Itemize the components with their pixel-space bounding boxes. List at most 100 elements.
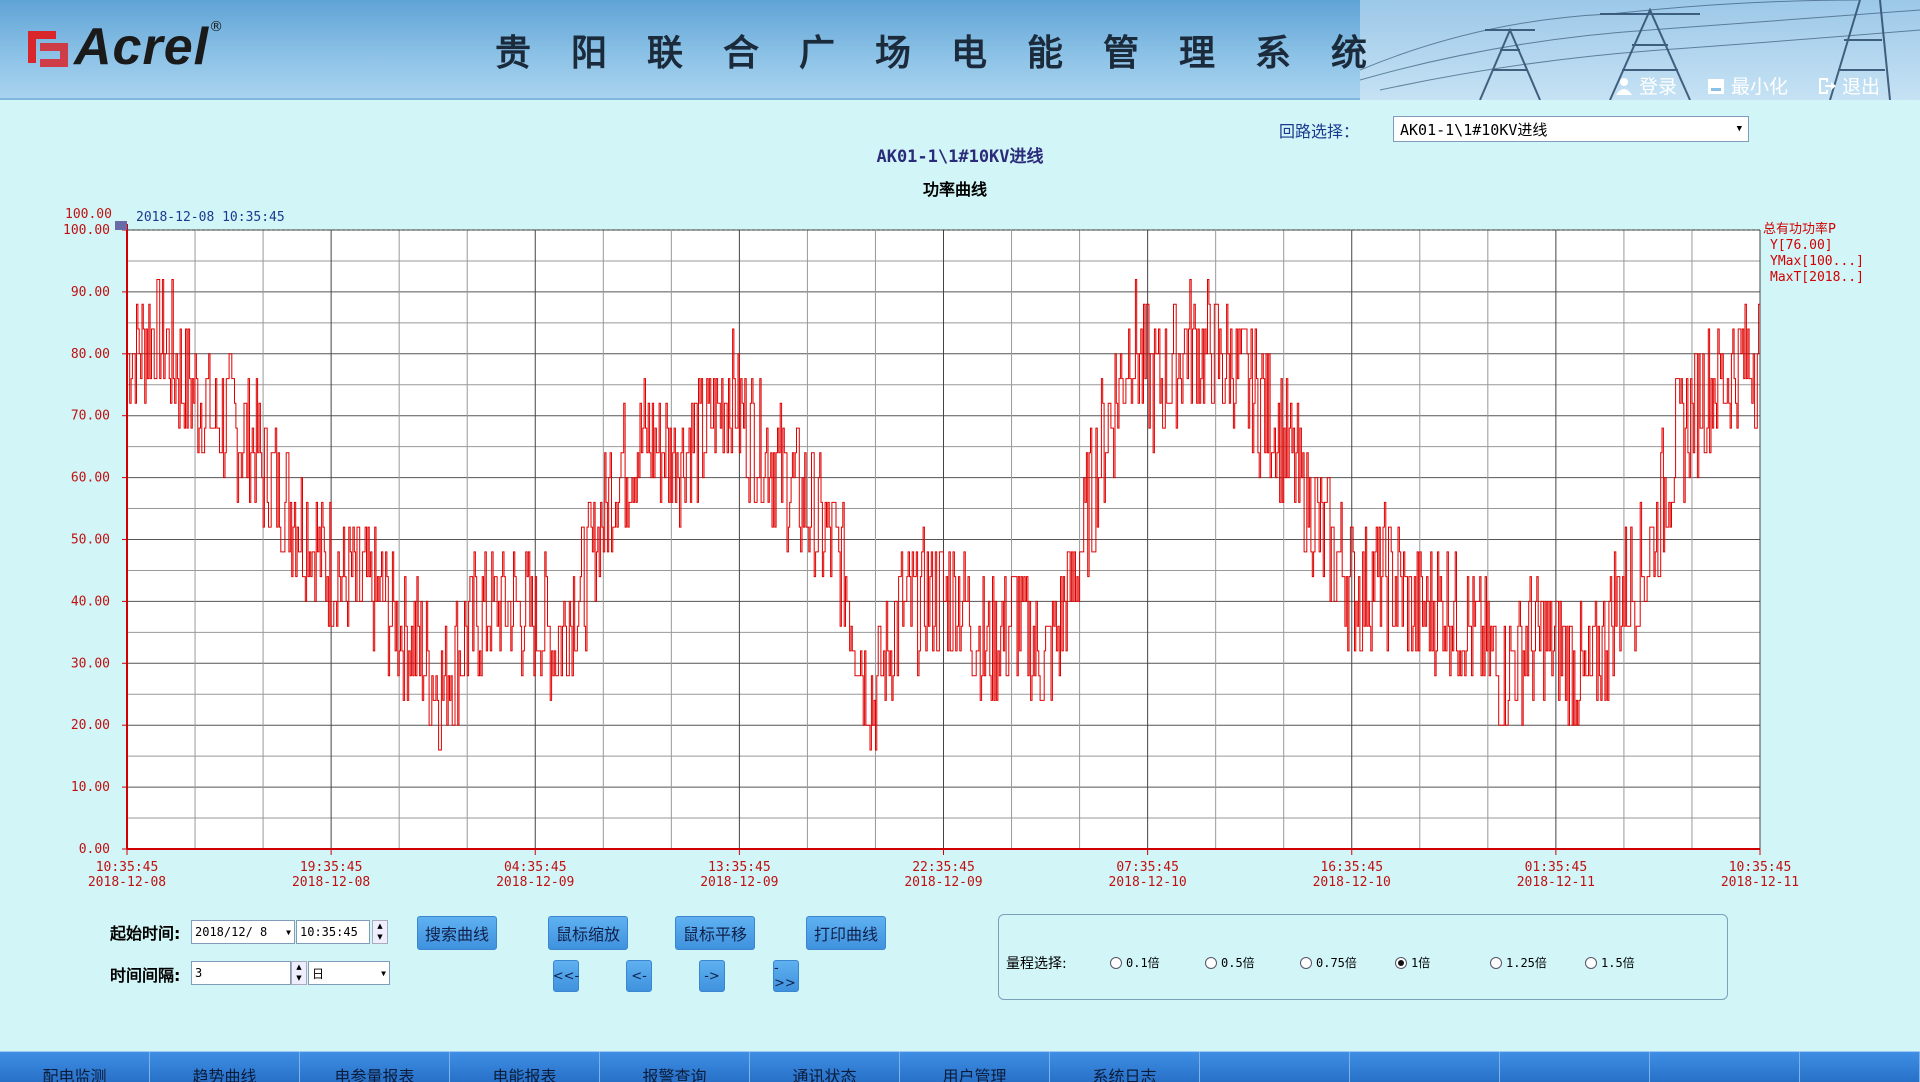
tab-empty xyxy=(1200,1052,1350,1082)
start-date-field[interactable]: 2018/12/ 8 ▼ xyxy=(191,920,295,944)
range-radio-0-1x[interactable]: 0.1倍 xyxy=(1110,954,1160,971)
power-chart[interactable]: 0.00 10.00 20.00 30.00 40.00 50.00 60.00 70.00 8… xyxy=(0,200,1920,890)
nav-next-button[interactable]: -> xyxy=(699,960,725,992)
print-curve-button[interactable]: 打印曲线 xyxy=(806,916,886,950)
cursor-marker-icon xyxy=(115,221,127,230)
range-radio-0-75x[interactable]: 0.75倍 xyxy=(1300,954,1357,971)
chevron-down-icon[interactable]: ▼ xyxy=(1737,124,1742,134)
x-tick-date: 2018-12-09 xyxy=(904,875,982,890)
nav-first-button[interactable]: <<- xyxy=(553,960,579,992)
x-tick-date: 2018-12-11 xyxy=(1517,875,1595,890)
minimize-button[interactable]: 最小化 xyxy=(1707,72,1788,99)
start-date-value: 2018/12/ 8 xyxy=(195,925,268,939)
tab-label: 电参量报表 xyxy=(334,1067,415,1082)
y-tick-label: 80.00 xyxy=(71,347,110,362)
x-tick-date: 2018-12-10 xyxy=(1108,875,1186,890)
radio-dot[interactable] xyxy=(1110,956,1122,969)
tab-label: 通讯状态 xyxy=(792,1067,857,1082)
tab-label: 报警查询 xyxy=(642,1067,707,1082)
range-radio-1-5x[interactable]: 1.5倍 xyxy=(1585,954,1635,971)
logout-button[interactable]: 退出 xyxy=(1818,72,1880,99)
start-time-value: 10:35:45 xyxy=(300,925,358,939)
app-title: 贵阳联合广场电能管理系统 xyxy=(495,32,1408,74)
radio-dot[interactable] xyxy=(1490,956,1502,969)
registered-mark: ® xyxy=(209,19,224,35)
logout-label: 退出 xyxy=(1841,76,1880,98)
range-radio-1x[interactable]: 1倍 xyxy=(1395,954,1430,971)
nav-prev-button[interactable]: <- xyxy=(626,960,652,992)
logout-icon xyxy=(1818,77,1836,94)
legend-series-name: 总有功功率P xyxy=(1763,221,1836,237)
tab-empty xyxy=(1500,1052,1650,1082)
acrel-logo-icon xyxy=(28,31,68,67)
tab-comm-status[interactable]: 通讯状态 xyxy=(750,1052,900,1082)
range-radio-1-25x[interactable]: 1.25倍 xyxy=(1490,954,1547,971)
radio-label: 0.5倍 xyxy=(1221,956,1255,970)
loop-select-dropdown[interactable]: AK01-1\1#10KV进线 ▼ xyxy=(1393,116,1749,142)
y-tick-label: 0.00 xyxy=(79,842,110,857)
interval-value: 3 xyxy=(195,966,203,980)
chevron-down-icon[interactable]: ▼ xyxy=(381,969,386,978)
interval-value-field[interactable]: 3 xyxy=(191,961,291,985)
acrel-logo: Acrel ® xyxy=(26,18,224,76)
radio-dot[interactable] xyxy=(1205,956,1217,969)
radio-dot[interactable] xyxy=(1585,956,1597,969)
login-label: 登录 xyxy=(1638,76,1677,98)
tab-power-monitor[interactable]: 配电监测 xyxy=(0,1052,150,1082)
tab-user-manage[interactable]: 用户管理 xyxy=(900,1052,1050,1082)
y-tick-label: 60.00 xyxy=(71,471,110,486)
app-header: Acrel ® 贵阳联合广场电能管理系统 登录 最小化 退出 xyxy=(0,0,1920,100)
radio-dot[interactable] xyxy=(1300,956,1312,969)
start-time-field[interactable]: 10:35:45 xyxy=(296,920,370,944)
radio-label: 0.75倍 xyxy=(1316,956,1357,970)
x-tick-time: 19:35:45 xyxy=(300,860,363,875)
bottom-nav: 配电监测 趋势曲线 电参量报表 电能报表 报警查询 通讯状态 用户管理 系统日志 xyxy=(0,1051,1920,1082)
user-icon xyxy=(1615,77,1632,95)
tab-trend-curve[interactable]: 趋势曲线 xyxy=(150,1052,300,1082)
y-tick-label: 20.00 xyxy=(71,718,110,733)
x-tick-date: 2018-12-09 xyxy=(700,875,778,890)
nav-last-button[interactable]: ->> xyxy=(773,960,799,992)
search-curve-button[interactable]: 搜索曲线 xyxy=(417,916,497,950)
range-select-label: 量程选择: xyxy=(1006,956,1067,972)
logo-text: Acrel xyxy=(74,18,210,76)
loop-select-value: AK01-1\1#10KV进线 xyxy=(1400,120,1548,139)
chart-title: 功率曲线 xyxy=(922,180,987,199)
loop-name: AK01-1\1#10KV进线 xyxy=(876,147,1044,167)
x-tick-date: 2018-12-08 xyxy=(88,875,166,890)
x-tick-time: 01:35:45 xyxy=(1525,860,1588,875)
mouse-pan-button[interactable]: 鼠标平移 xyxy=(675,916,755,950)
y-top-label: 100.00 xyxy=(65,207,112,222)
mouse-zoom-button[interactable]: 鼠标缩放 xyxy=(548,916,628,950)
tab-energy-report[interactable]: 电能报表 xyxy=(450,1052,600,1082)
x-tick-date: 2018-12-11 xyxy=(1721,875,1799,890)
legend-line: MaxT[2018..] xyxy=(1770,270,1864,285)
x-tick-time: 10:35:45 xyxy=(1729,860,1792,875)
start-time-stepper[interactable]: ▲ ▼ xyxy=(372,920,388,944)
tab-label: 趋势曲线 xyxy=(192,1067,257,1082)
x-tick-date: 2018-12-09 xyxy=(496,875,574,890)
y-tick-label: 30.00 xyxy=(71,656,110,671)
radio-label: 1倍 xyxy=(1411,956,1431,970)
x-tick-time: 10:35:45 xyxy=(96,860,159,875)
interval-unit-select[interactable]: 日 ▼ xyxy=(308,961,390,985)
radio-dot[interactable] xyxy=(1395,956,1407,969)
login-button[interactable]: 登录 xyxy=(1615,72,1677,99)
x-tick-time: 16:35:45 xyxy=(1320,860,1383,875)
interval-stepper[interactable]: ▲ ▼ xyxy=(291,961,307,985)
range-radio-0-5x[interactable]: 0.5倍 xyxy=(1205,954,1255,971)
interval-unit-value: 日 xyxy=(312,966,325,981)
cursor-time-label: 2018-12-08 10:35:45 xyxy=(136,210,285,225)
tab-system-log[interactable]: 系统日志 xyxy=(1050,1052,1200,1082)
x-tick-time: 07:35:45 xyxy=(1116,860,1179,875)
legend-line: Y[76.00] xyxy=(1770,238,1833,253)
y-tick-label: 50.00 xyxy=(71,533,110,548)
tab-alarm-query[interactable]: 报警查询 xyxy=(600,1052,750,1082)
legend-line: YMax[100...] xyxy=(1770,254,1864,269)
tab-param-report[interactable]: 电参量报表 xyxy=(300,1052,450,1082)
x-tick-time: 13:35:45 xyxy=(708,860,771,875)
y-tick-label: 10.00 xyxy=(71,780,110,795)
x-tick-date: 2018-12-10 xyxy=(1313,875,1391,890)
chevron-down-icon[interactable]: ▼ xyxy=(286,928,291,937)
tab-empty xyxy=(1800,1052,1920,1082)
